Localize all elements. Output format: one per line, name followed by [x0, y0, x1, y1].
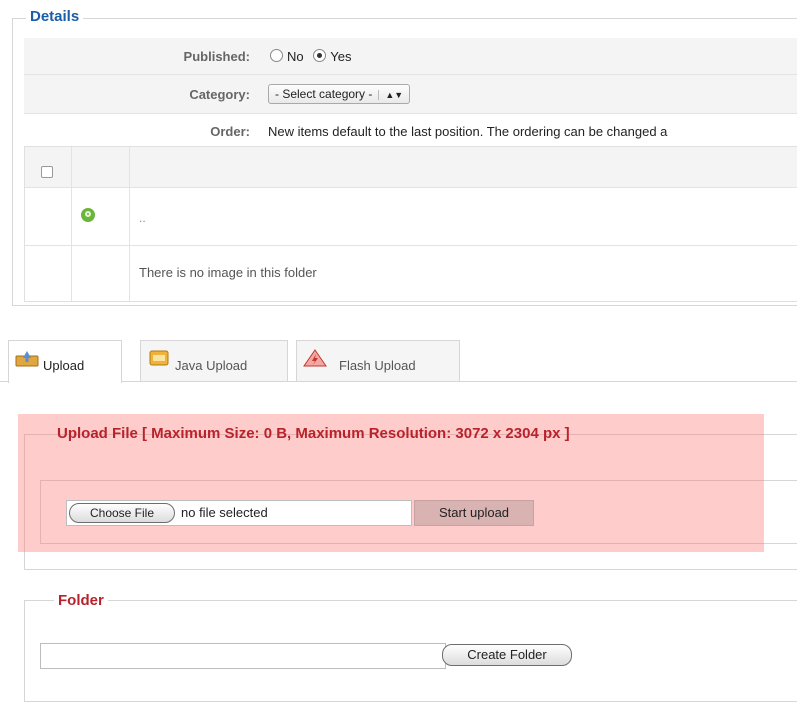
tab-flash-upload[interactable]: Flash Upload [296, 340, 460, 381]
category-label: Category: [189, 87, 250, 102]
flash-icon [303, 349, 327, 367]
tab-java-upload-label: Java Upload [175, 358, 248, 373]
start-upload-button[interactable]: Start upload [414, 500, 534, 526]
details-legend: Details [26, 8, 84, 25]
tab-flash-upload-label: Flash Upload [339, 358, 416, 373]
folder-up-icon-ring [85, 211, 91, 217]
published-options: No Yes [270, 49, 351, 64]
tab-upload[interactable]: Upload [8, 340, 122, 383]
choose-file-button[interactable]: Choose File [69, 503, 175, 523]
published-label: Published: [183, 49, 250, 64]
parent-folder-link[interactable]: .. [139, 211, 146, 225]
file-status: no file selected [181, 505, 268, 520]
select-all-checkbox[interactable] [41, 166, 53, 178]
tab-java-upload[interactable]: Java Upload [140, 340, 288, 381]
file-input[interactable]: Choose File no file selected [66, 500, 412, 526]
table-header [25, 147, 797, 187]
select-arrows-icon: ▲▼ [378, 90, 403, 100]
published-no-label: No [287, 49, 304, 64]
order-label: Order: [210, 124, 250, 139]
upload-legend: Upload File [ Maximum Size: 0 B, Maximum… [57, 425, 570, 442]
folder-name-input[interactable] [40, 643, 446, 669]
upload-icon [15, 351, 39, 367]
empty-folder-message: There is no image in this folder [139, 265, 317, 280]
category-select-value: - Select category - [275, 87, 373, 101]
folder-up-icon[interactable] [81, 208, 95, 222]
published-no-radio[interactable] [270, 49, 283, 62]
folder-legend: Folder [54, 592, 108, 609]
table-divider [71, 147, 72, 301]
image-table: .. There is no image in this folder [24, 146, 797, 302]
java-icon [149, 350, 169, 366]
order-text: New items default to the last position. … [268, 124, 668, 139]
create-folder-button[interactable]: Create Folder [442, 644, 572, 666]
table-divider [129, 147, 130, 301]
category-select[interactable]: - Select category - ▲▼ [268, 84, 411, 104]
published-yes-radio[interactable] [313, 49, 327, 62]
tab-upload-label: Upload [43, 358, 85, 373]
table-divider [25, 245, 797, 246]
table-divider [25, 187, 797, 188]
published-yes-label: Yes [330, 49, 352, 64]
